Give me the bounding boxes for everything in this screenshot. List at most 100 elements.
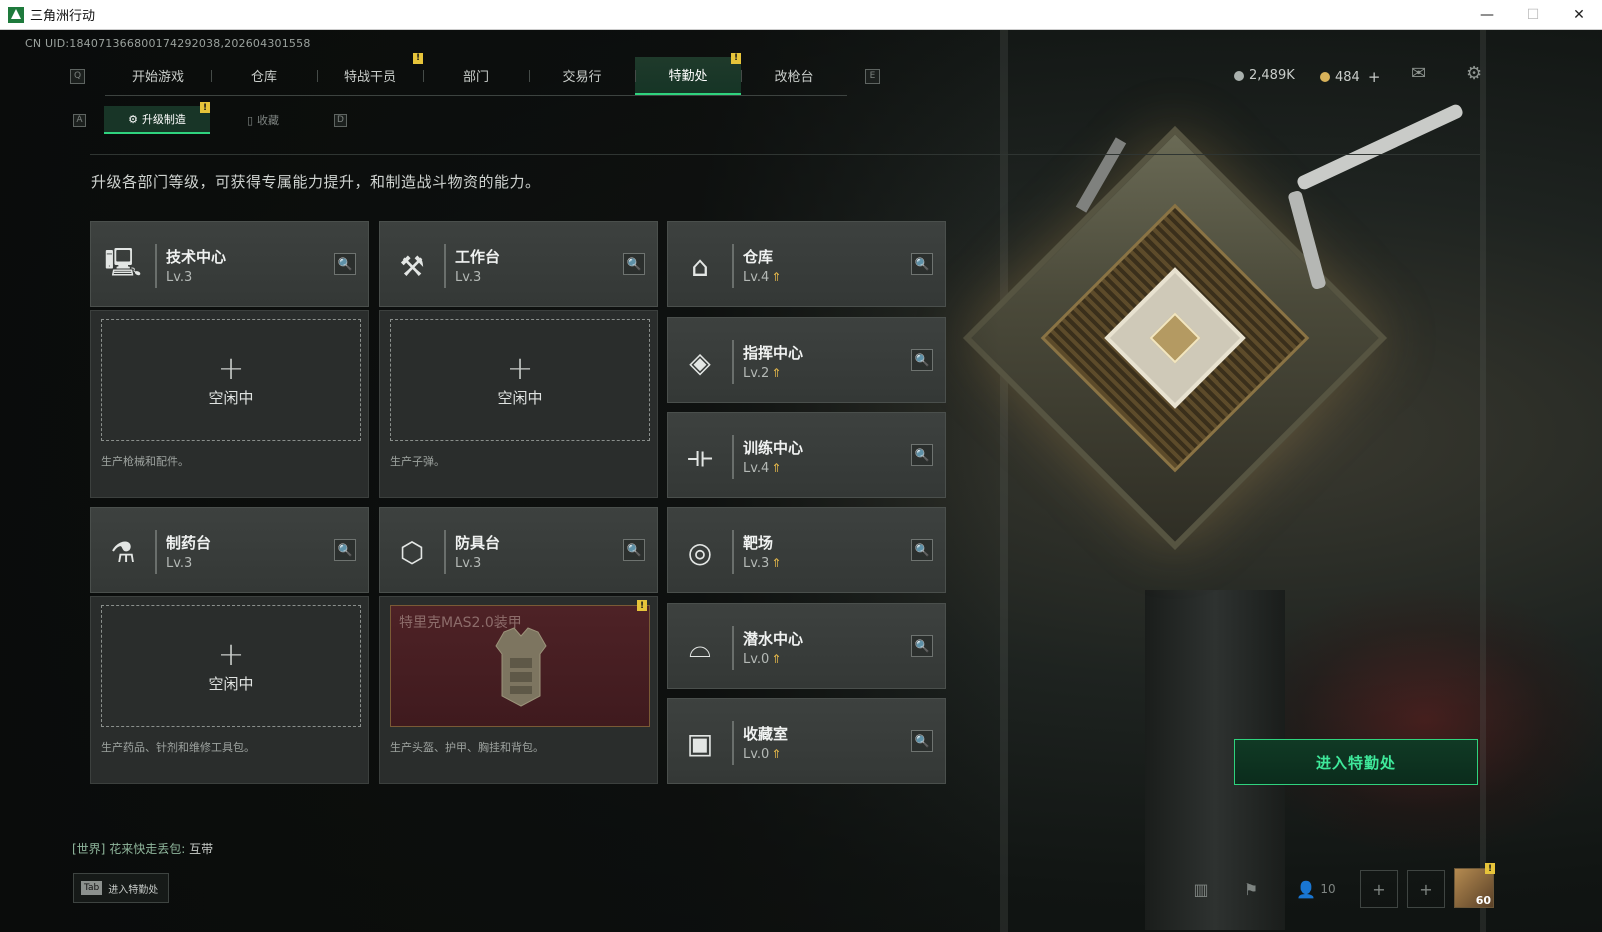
upgrade-available-icon: ⇑ [771,366,782,380]
station-level: Lv.4 ⇑ [743,461,782,476]
tab-start-game[interactable]: 开始游戏 [105,57,211,95]
station-card-workbench[interactable]: ⚒ 工作台 Lv.3 🔍 [379,221,658,307]
station-name: 训练中心 [743,439,804,457]
diving-mask-icon: ⌓ [688,631,712,664]
station-card-pharmacy[interactable]: ⚗ 制药台 Lv.3 🔍 [90,507,369,593]
station-card-armor-bench[interactable]: ⬡ 防具台 Lv.3 🔍 [379,507,658,593]
tab-departments[interactable]: 部门 [423,57,529,95]
notification-badge: ! [200,102,210,113]
tab-operators[interactable]: 特战干员 ! [317,52,423,95]
search-icon[interactable]: 🔍 [334,253,356,275]
close-button[interactable]: ✕ [1556,0,1602,30]
enter-special-ops-button[interactable]: 进入特勤处 [1234,739,1478,785]
tab-trading[interactable]: 交易行 [529,57,635,95]
upgrade-craft-icon: ⚙ [128,112,138,126]
armor-blocks-icon: ⬡ [399,535,425,569]
mail-icon[interactable]: ✉ [1411,63,1426,84]
window-title: 三角洲行动 [30,9,96,24]
search-icon[interactable]: 🔍 [911,253,933,275]
station-name: 技术中心 [166,248,227,266]
tab-special-ops-label: 特勤处 [668,69,708,84]
tab-enter-hint[interactable]: Tab 进入特勤处 [73,873,169,903]
add-gold-button[interactable]: + [1368,68,1381,86]
search-icon[interactable]: 🔍 [334,539,356,561]
idle-slot[interactable]: + 空闲中 [390,319,650,441]
station-card-training-center[interactable]: ⟛ 训练中心 Lv.4 ⇑ 🔍 [667,412,946,498]
top-navigation: Q 开始游戏 仓库 特战干员 ! 部门 交易行 特勤处 ! 改枪台 E [70,52,880,96]
search-icon[interactable]: 🔍 [911,539,933,561]
station-level: Lv.3 [166,270,193,285]
subtab-upgrade-craft[interactable]: ⚙ 升级制造 ! [104,102,210,134]
idle-slot[interactable]: + 空闲中 [101,319,361,441]
station-name: 工作台 [455,248,501,266]
search-icon[interactable]: 🔍 [911,444,933,466]
command-diamond-icon: ◈ [689,345,711,379]
maximize-button[interactable]: ☐ [1510,0,1556,30]
subtab-collection[interactable]: ▯ 收藏 [210,106,316,134]
add-icon: + [217,348,245,387]
divider [90,154,1480,155]
player-level: 60 [1475,894,1491,907]
tab-warehouse[interactable]: 仓库 [211,57,317,95]
idle-label: 空闲中 [208,674,254,693]
search-icon[interactable]: 🔍 [911,730,933,752]
world-chat[interactable]: [世界] 花来快走丢包: 互带 [72,840,213,857]
station-name: 潜水中心 [743,630,804,648]
gold-amount: 484 [1335,69,1360,85]
background-scaffold [1000,30,1008,932]
stats-chart-icon[interactable]: ▥ [1182,870,1220,908]
add-icon: + [217,634,245,673]
station-name: 仓库 [743,248,774,266]
tab-gunsmith[interactable]: 改枪台 [741,57,847,95]
upgrade-available-icon: ⇑ [771,747,782,761]
add-squad-slot-button[interactable]: + [1407,870,1445,908]
slot-footer: 生产药品、针剂和维修工具包。 [101,741,255,754]
player-avatar[interactable]: ! 60 [1454,863,1495,908]
busy-slot[interactable]: 特里克MAS2.0装甲 ! [390,600,650,727]
upgrade-available-icon: ⇑ [771,270,782,284]
warehouse-icon: ⌂ [691,249,709,283]
key-hint-d: D [334,113,347,127]
background-red-glow [1250,590,1600,850]
key-hint-a: A [73,113,86,127]
station-name: 指挥中心 [743,344,804,362]
station-card-warehouse[interactable]: ⌂ 仓库 Lv.4 ⇑ 🔍 [667,221,946,307]
station-level: Lv.3 [455,556,482,571]
tab-special-ops[interactable]: 特勤处 ! [635,52,741,95]
key-hint-q: Q [70,68,85,84]
slot-footer: 生产头盔、护甲、胸挂和背包。 [390,741,544,754]
production-slot-panel: 特里克MAS2.0装甲 ! 生产头盔、护甲、胸挂和背包。 [379,596,658,784]
hammer-wrench-icon: ⚒ [399,249,425,283]
flag-icon[interactable]: ⚑ [1232,870,1270,908]
station-card-command-center[interactable]: ◈ 指挥中心 Lv.2 ⇑ 🔍 [667,317,946,403]
search-icon[interactable]: 🔍 [911,635,933,657]
station-card-diving-center[interactable]: ⌓ 潜水中心 Lv.0 ⇑ 🔍 [667,603,946,689]
add-squad-slot-button[interactable]: + [1360,870,1398,908]
station-name: 靶场 [743,534,774,552]
search-icon[interactable]: 🔍 [911,349,933,371]
production-slot-panel: + 空闲中 生产子弹。 [379,310,658,498]
minimize-button[interactable]: — [1464,0,1510,30]
station-level: Lv.3 ⇑ [743,556,782,571]
chat-message: 互带 [189,842,214,856]
key-hint-e: E [865,68,880,84]
station-card-collection-room[interactable]: ▣ 收藏室 Lv.0 ⇑ 🔍 [667,698,946,784]
notification-badge: ! [637,600,647,611]
search-icon[interactable]: 🔍 [623,253,645,275]
silver-currency: 2,489K [1234,68,1295,83]
station-card-tech-center[interactable]: 🖳 技术中心 Lv.3 🔍 [90,221,369,307]
sub-navigation: A ⚙ 升级制造 ! ▯ 收藏 D [73,102,347,134]
station-name: 收藏室 [743,725,789,743]
silver-coin-icon [1234,70,1244,81]
friends-button[interactable]: 👤 10 [1288,870,1344,908]
gold-coin-icon [1320,72,1330,82]
idle-slot[interactable]: + 空闲中 [101,605,361,727]
station-card-shooting-range[interactable]: ◎ 靶场 Lv.3 ⇑ 🔍 [667,507,946,593]
settings-gear-icon[interactable]: ⚙ [1466,63,1482,84]
notification-badge: ! [731,52,741,64]
production-slot-panel: + 空闲中 生产枪械和配件。 [90,310,369,498]
tab-hint-label: 进入特勤处 [108,884,159,896]
subtab-upgrade-craft-label: 升级制造 [141,113,186,126]
station-name: 防具台 [455,534,501,552]
search-icon[interactable]: 🔍 [623,539,645,561]
